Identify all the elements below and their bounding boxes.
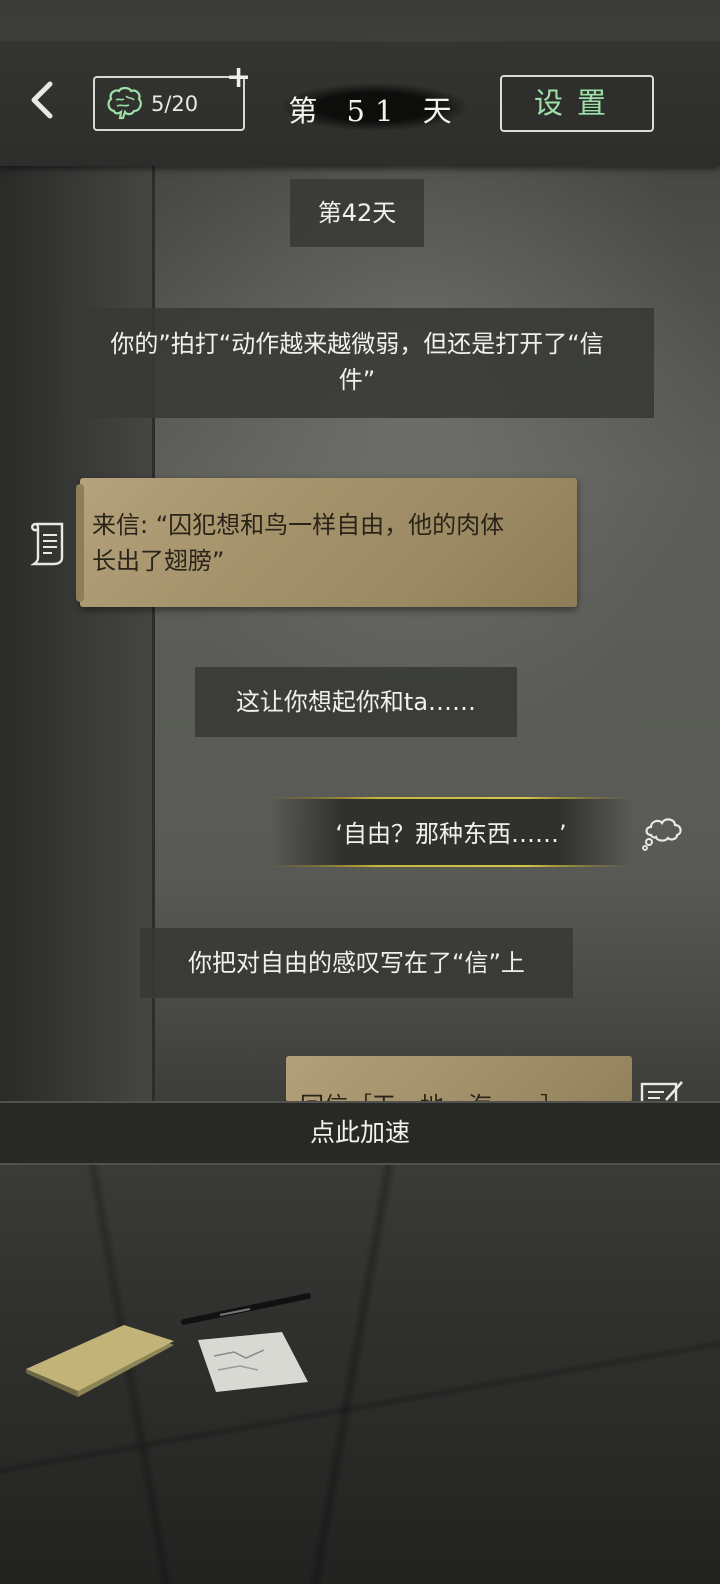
narration-line: 你把对自由的感叹写在了“信”上 — [188, 949, 525, 977]
thought-bubble: ‘自由？那种东西……’ — [270, 797, 632, 867]
thought-cloud-icon — [642, 818, 682, 851]
letter-line: 来信: “囚犯想和鸟一样自由，他的肉体 — [92, 511, 505, 539]
settings-button[interactable]: 设置 — [500, 75, 654, 132]
day-marker-text: 第42天 — [317, 199, 397, 227]
letter-line: 长出了翅膀” — [92, 547, 225, 575]
day-title: 第 51 天 — [280, 82, 470, 132]
scroll-icon — [30, 522, 64, 566]
narration-line: 件” — [338, 366, 376, 394]
brain-energy-counter[interactable]: 5/20 — [93, 76, 245, 131]
speed-up-button[interactable]: 点此加速 — [0, 1101, 720, 1165]
narration-line: 这让你想起你和ta…… — [235, 688, 477, 716]
narration-message: 你的”拍打“动作越来越微弱，但还是打开了“信 件” — [60, 308, 654, 418]
day-title-text: 第 51 天 — [288, 94, 462, 128]
thought-text: ‘自由？那种东西……’ — [335, 820, 567, 848]
narration-line: 你的”拍打“动作越来越微弱，但还是打开了“信 — [110, 330, 604, 358]
pen-prop — [181, 1293, 311, 1325]
top-bar: 5/20 + 第 51 天 设置 — [0, 42, 720, 166]
day-marker: 第42天 — [290, 179, 424, 247]
brain-icon — [107, 86, 142, 120]
paper-note-prop — [198, 1332, 308, 1392]
reply-letter[interactable]: 回信［天 地 海 ］ — [286, 1056, 632, 1102]
notebook-prop — [26, 1325, 174, 1397]
letter-text: 来信: “囚犯想和鸟一样自由，他的肉体 长出了翅膀” — [92, 507, 562, 579]
narration-message: 这让你想起你和ta…… — [195, 667, 517, 737]
narration-message: 你把对自由的感叹写在了“信”上 — [140, 928, 573, 998]
back-arrow-icon[interactable] — [22, 78, 62, 122]
reply-text: 回信［天 地 海 ］ — [300, 1086, 564, 1102]
incoming-letter[interactable]: 来信: “囚犯想和鸟一样自由，他的肉体 长出了翅膀” — [76, 478, 577, 607]
edit-letter-icon — [640, 1081, 683, 1102]
brain-count: 5/20 — [151, 92, 199, 116]
add-brain-button[interactable]: + — [226, 63, 251, 93]
game-scene: 5/20 + 第 51 天 设置 第42天 你的”拍打“动作越来越微弱，但还是打… — [0, 0, 720, 1584]
